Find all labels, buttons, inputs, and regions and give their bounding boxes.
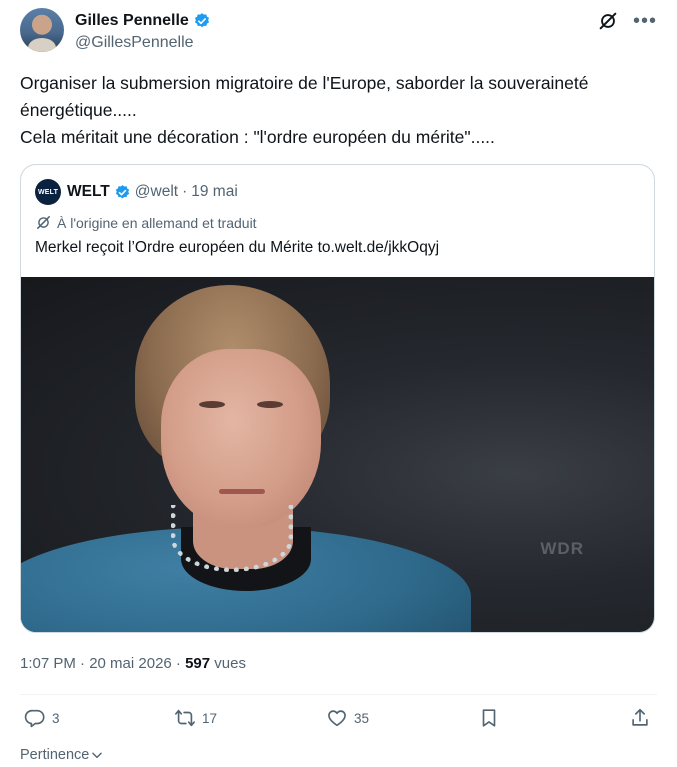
repost-count: 17	[202, 710, 218, 726]
grok-icon[interactable]	[597, 10, 619, 32]
reply-count: 3	[52, 710, 60, 726]
translate-icon	[37, 216, 50, 229]
tweet-top-actions: •••	[597, 10, 657, 32]
author-avatar[interactable]	[20, 8, 64, 52]
tweet-actions: 3 17 35	[20, 707, 657, 735]
translation-notice: À l'origine en allemand et traduit	[35, 214, 257, 231]
reply-icon	[24, 709, 45, 728]
views-label: vues	[210, 655, 246, 672]
welt-avatar: WELT	[35, 179, 61, 205]
translation-label: À l'origine en allemand et traduit	[57, 214, 257, 231]
like-button[interactable]: 35	[326, 707, 369, 729]
photo-eye-left	[199, 401, 225, 408]
author-name-line: Gilles Pennelle	[75, 11, 211, 31]
tweet-meta: 1:07 PM · 20 mai 2026 · 597 vues	[20, 655, 246, 672]
quoted-tweet[interactable]: WELT WELT @welt · 19 mai À l'origine en …	[20, 164, 655, 633]
verified-badge-icon	[194, 13, 209, 28]
like-icon	[328, 710, 346, 727]
repost-icon	[175, 709, 195, 727]
photo-face	[161, 349, 321, 529]
media-background-sign: WDR	[540, 539, 584, 558]
share-button[interactable]	[629, 707, 657, 729]
photo-mouth	[219, 489, 265, 494]
quote-author-name: WELT	[67, 183, 110, 200]
quote-text: Merkel reçoit l’Ordre européen du Mérite…	[35, 239, 440, 256]
reply-button[interactable]: 3	[24, 707, 60, 729]
quote-author-handle: @welt	[134, 183, 179, 200]
tweet-text: Organiser la submersion migratoire de l'…	[20, 73, 589, 147]
quote-media-image[interactable]: WDR	[21, 277, 654, 632]
author-handle[interactable]: @GillesPennelle	[75, 33, 211, 53]
photo-eye-right	[257, 401, 283, 408]
bookmark-icon	[482, 709, 496, 727]
more-icon[interactable]: •••	[633, 11, 657, 31]
photo-necklace	[171, 505, 293, 572]
tweet-timestamp[interactable]: 1:07 PM · 20 mai 2026 ·	[20, 655, 185, 672]
reply-sort-dropdown[interactable]: Pertinence	[20, 747, 104, 763]
bookmark-button[interactable]	[478, 707, 506, 729]
chevron-down-icon	[92, 752, 103, 759]
verified-badge-icon	[115, 184, 129, 198]
quote-date: 19 mai	[191, 183, 238, 200]
tweet-author: Gilles Pennelle @GillesPennelle	[20, 8, 211, 53]
repost-button[interactable]: 17	[174, 707, 217, 729]
quote-separator: ·	[182, 183, 188, 200]
sort-label: Pertinence	[20, 747, 90, 763]
views-count: 597	[185, 655, 211, 672]
quote-header: WELT WELT @welt · 19 mai	[35, 179, 238, 205]
author-name[interactable]: Gilles Pennelle	[75, 11, 189, 31]
share-icon	[632, 708, 648, 726]
like-count: 35	[354, 710, 370, 726]
author-text: Gilles Pennelle @GillesPennelle	[75, 11, 211, 53]
divider	[20, 694, 657, 695]
